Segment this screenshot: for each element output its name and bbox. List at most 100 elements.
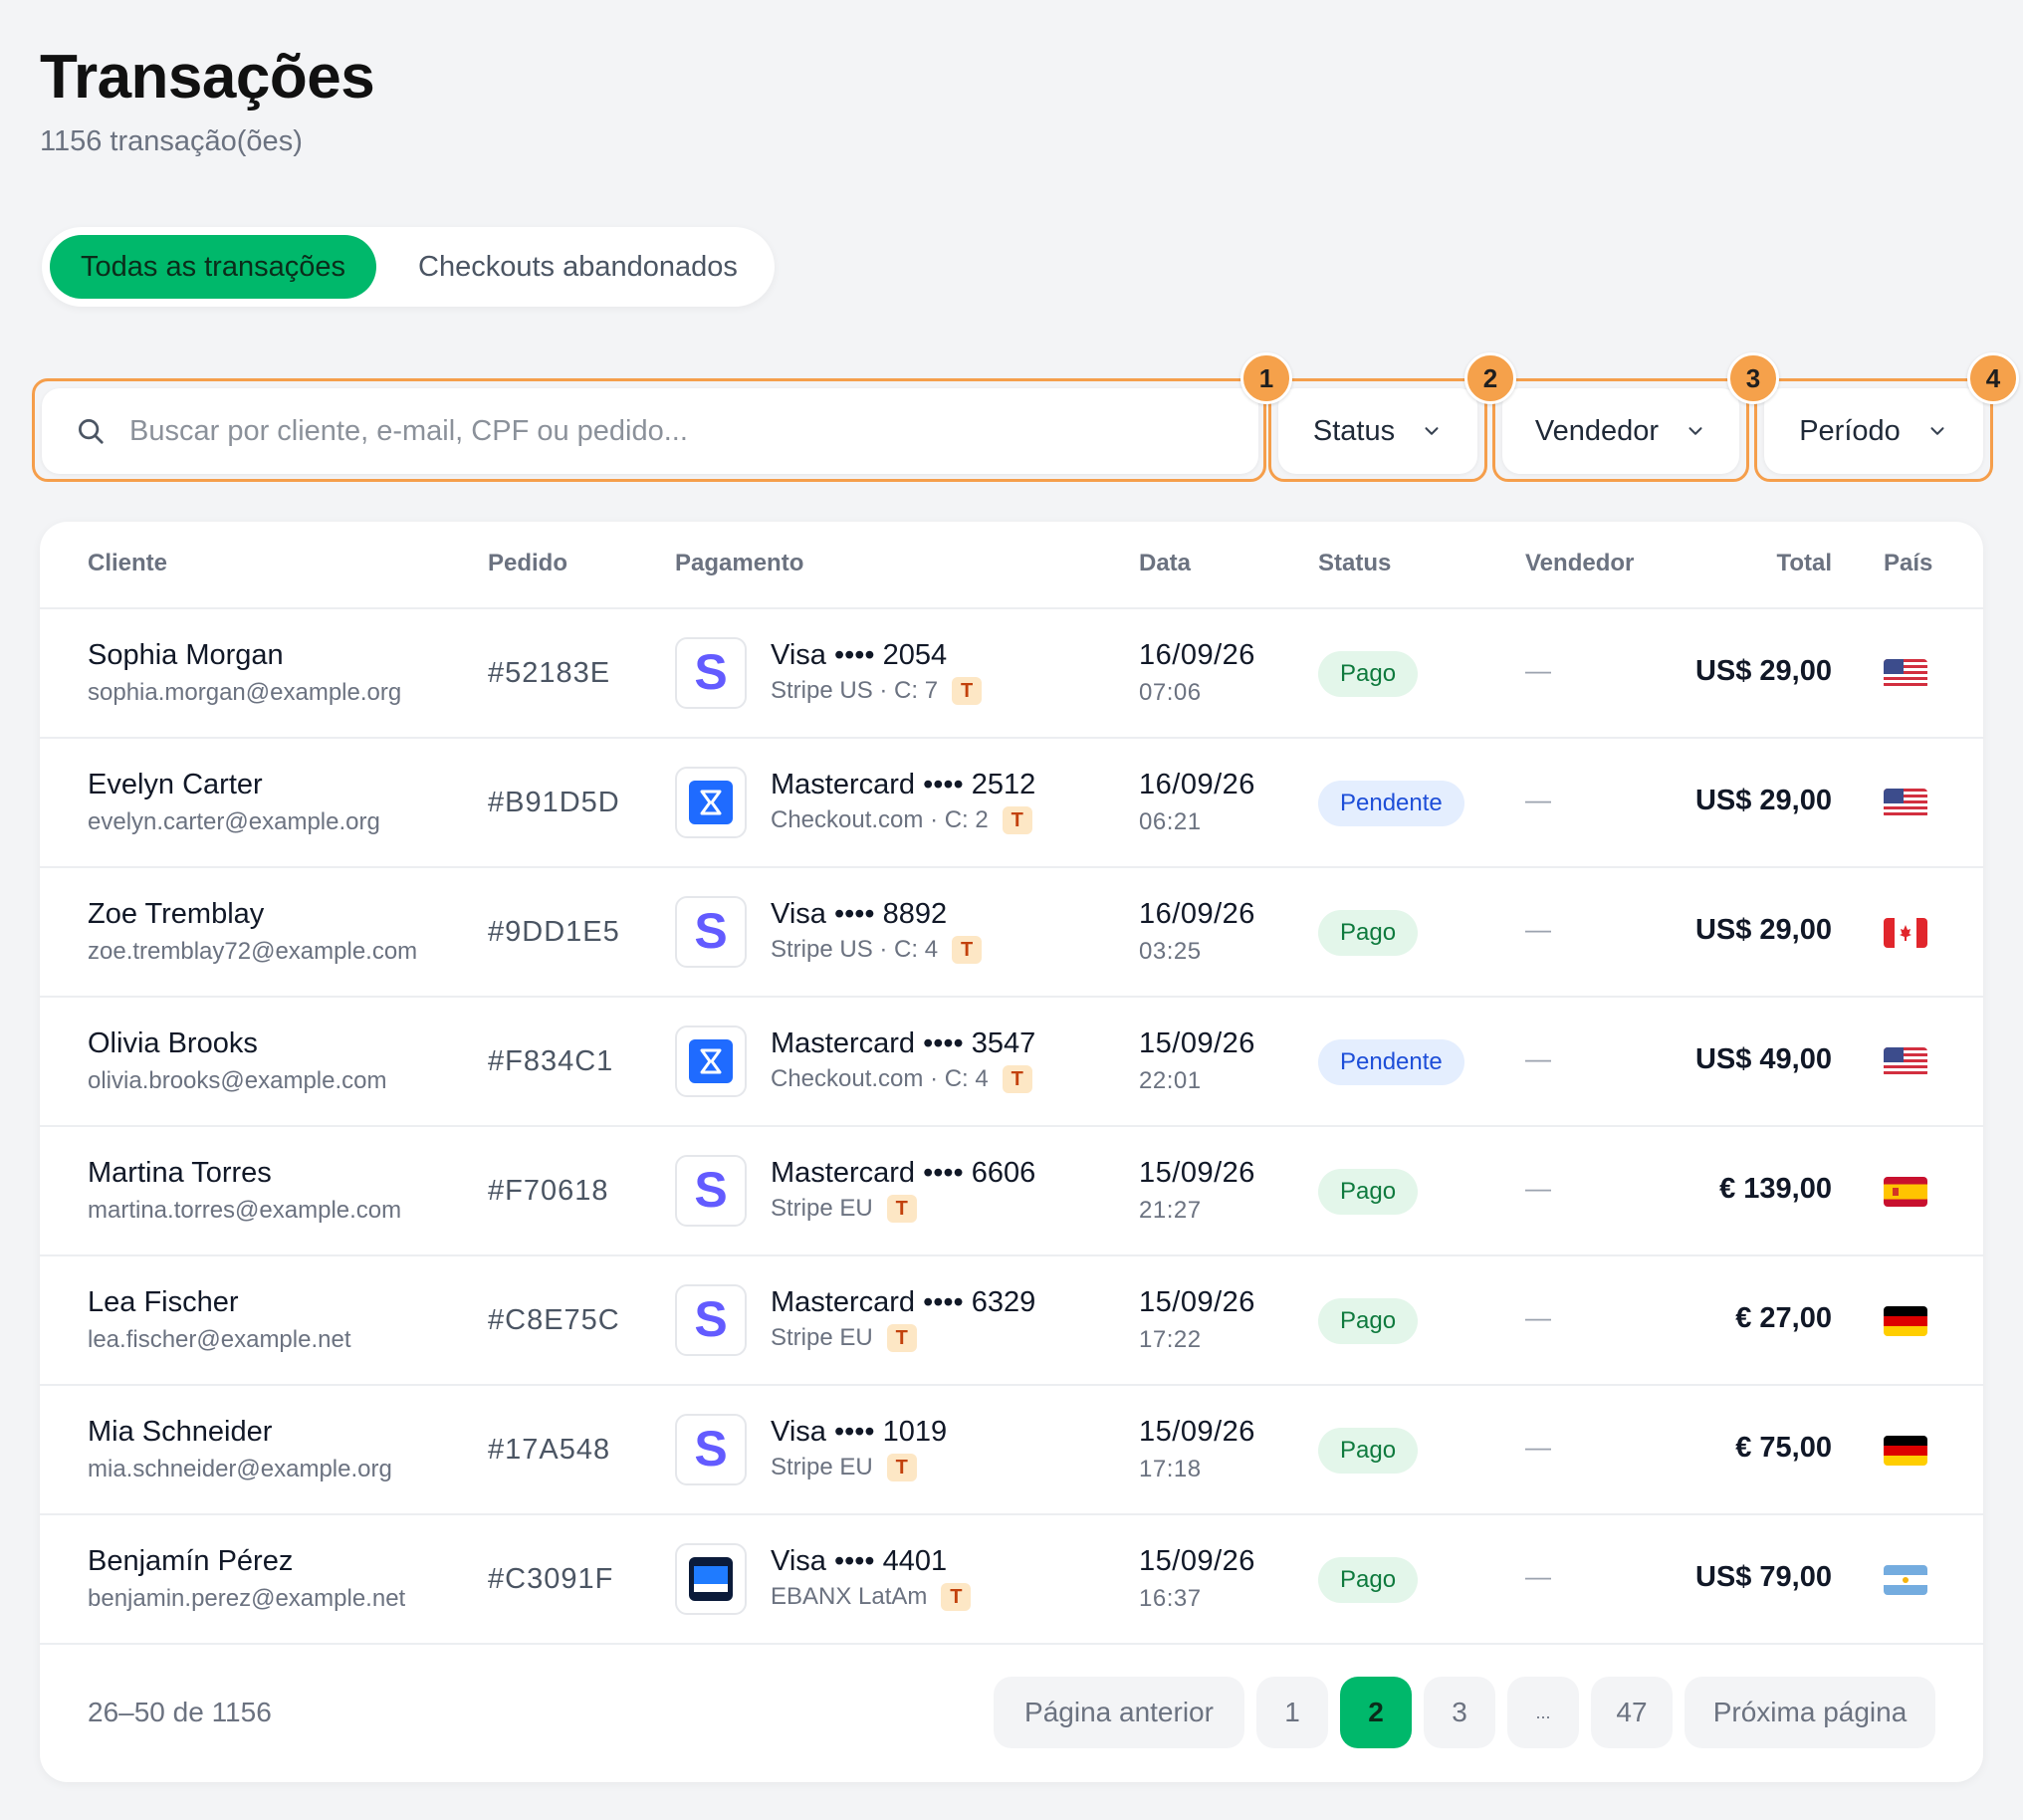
status-badge: Pendente: [1318, 781, 1464, 826]
page-2-button[interactable]: 2: [1340, 1677, 1412, 1748]
order-id[interactable]: #52183E: [488, 657, 610, 690]
page-1-button[interactable]: 1: [1256, 1677, 1328, 1748]
table-row[interactable]: Olivia Brooks olivia.brooks@example.com #F…: [40, 998, 1983, 1127]
gateway-name: Checkout.com · C: 2: [771, 806, 989, 833]
search-box[interactable]: [42, 388, 1258, 474]
test-badge: T: [952, 936, 983, 964]
ar-flag-icon: [1884, 1565, 1927, 1595]
table-row[interactable]: Lea Fischer lea.fischer@example.net #C8E75…: [40, 1256, 1983, 1386]
order-id[interactable]: #17A548: [488, 1434, 610, 1467]
table-row[interactable]: Mia Schneider mia.schneider@example.org #1…: [40, 1386, 1983, 1515]
table-row[interactable]: Evelyn Carter evelyn.carter@example.org #B…: [40, 739, 1983, 868]
transaction-date: 15/09/26: [1139, 1286, 1255, 1318]
marker-1: 1: [1240, 352, 1292, 404]
gateway-name: EBANX LatAm: [771, 1583, 928, 1610]
page-47-button[interactable]: 47: [1591, 1677, 1673, 1748]
seller-value: —: [1525, 655, 1551, 685]
period-filter-dropdown[interactable]: Período: [1764, 388, 1983, 474]
col-cliente[interactable]: Cliente: [88, 550, 167, 577]
gateway-info: Checkout.com · C: 2 T: [771, 806, 1032, 834]
status-filter-dropdown[interactable]: Status: [1278, 388, 1477, 474]
test-badge: T: [952, 677, 983, 705]
col-vendedor[interactable]: Vendedor: [1525, 550, 1634, 577]
customer-email: sophia.morgan@example.org: [88, 679, 402, 706]
customer-email: lea.fischer@example.net: [88, 1326, 351, 1353]
es-flag-icon: [1884, 1177, 1927, 1207]
next-page-button[interactable]: Próxima página: [1685, 1677, 1935, 1748]
search-icon: [76, 416, 106, 446]
customer-email: evelyn.carter@example.org: [88, 808, 380, 835]
order-id[interactable]: #C3091F: [488, 1563, 613, 1596]
customer-name: Evelyn Carter: [88, 769, 263, 800]
gateway-info: Stripe EU T: [771, 1195, 917, 1223]
card-info: Visa •••• 1019: [771, 1416, 948, 1448]
us-flag-icon: [1884, 789, 1927, 818]
col-data[interactable]: Data: [1139, 550, 1191, 577]
table-row[interactable]: Sophia Morgan sophia.morgan@example.org #5…: [40, 609, 1983, 739]
test-badge: T: [1002, 806, 1032, 834]
tab-all-transactions[interactable]: Todas as transações: [50, 235, 376, 299]
status-badge: Pago: [1318, 910, 1419, 956]
status-badge: Pago: [1318, 1298, 1419, 1344]
card-info: Mastercard •••• 2512: [771, 769, 1036, 800]
gateway-info: Stripe US · C: 4 T: [771, 936, 983, 964]
order-id[interactable]: #F70618: [488, 1175, 609, 1208]
transaction-total: € 75,00: [1735, 1432, 1832, 1464]
page-3-button[interactable]: 3: [1424, 1677, 1495, 1748]
col-pais[interactable]: País: [1884, 550, 1932, 577]
transaction-time: 21:27: [1139, 1197, 1202, 1224]
svg-text:S: S: [694, 1426, 727, 1474]
tab-abandoned-checkouts[interactable]: Checkouts abandonados: [390, 235, 766, 299]
marker-3: 3: [1727, 352, 1779, 404]
customer-name: Lea Fischer: [88, 1286, 239, 1318]
marker-4: 4: [1967, 352, 2019, 404]
customer-email: mia.schneider@example.org: [88, 1456, 392, 1482]
transaction-total: € 139,00: [1719, 1173, 1832, 1205]
transaction-time: 17:18: [1139, 1456, 1202, 1482]
page-ellipsis: ...: [1507, 1677, 1579, 1748]
stripe-icon: S: [675, 1414, 747, 1485]
seller-value: —: [1525, 1432, 1551, 1462]
search-input[interactable]: [129, 414, 1225, 448]
gateway-info: Stripe US · C: 7 T: [771, 677, 983, 705]
transaction-time: 16:37: [1139, 1585, 1202, 1612]
col-total[interactable]: Total: [1776, 550, 1832, 577]
seller-value: —: [1525, 1302, 1551, 1332]
order-id[interactable]: #F834C1: [488, 1045, 613, 1078]
customer-name: Mia Schneider: [88, 1416, 273, 1448]
transaction-time: 03:25: [1139, 938, 1202, 965]
table-row[interactable]: Zoe Tremblay zoe.tremblay72@example.com #9…: [40, 868, 1983, 998]
col-status[interactable]: Status: [1318, 550, 1391, 577]
test-badge: T: [941, 1583, 972, 1611]
col-pedido[interactable]: Pedido: [488, 550, 567, 577]
customer-email: zoe.tremblay72@example.com: [88, 938, 418, 965]
gateway-name: Stripe US · C: 4: [771, 936, 939, 963]
checkout-com-icon: [675, 1025, 747, 1097]
page-title: Transações: [40, 43, 375, 112]
gateway-info: Stripe EU T: [771, 1324, 917, 1352]
card-info: Mastercard •••• 3547: [771, 1027, 1036, 1059]
gateway-name: Stripe EU: [771, 1324, 873, 1351]
gateway-name: Stripe US · C: 7: [771, 677, 939, 704]
order-id[interactable]: #B91D5D: [488, 787, 620, 819]
svg-text:S: S: [694, 1296, 727, 1344]
order-id[interactable]: #C8E75C: [488, 1304, 620, 1337]
card-info: Visa •••• 8892: [771, 898, 948, 930]
order-id[interactable]: #9DD1E5: [488, 916, 620, 949]
transaction-total: US$ 29,00: [1694, 914, 1832, 946]
gateway-info: Checkout.com · C: 4 T: [771, 1065, 1032, 1093]
card-info: Visa •••• 4401: [771, 1545, 948, 1577]
status-filter-label: Status: [1312, 414, 1396, 447]
prev-page-button[interactable]: Página anterior: [994, 1677, 1244, 1748]
stripe-icon: S: [675, 896, 747, 968]
table-row[interactable]: Benjamín Pérez benjamin.perez@example.net…: [40, 1515, 1983, 1645]
chevron-down-icon: [1926, 420, 1948, 442]
test-badge: T: [886, 1454, 917, 1481]
transaction-date: 15/09/26: [1139, 1545, 1255, 1577]
table-header: Cliente Pedido Pagamento Data Status Ven…: [40, 522, 1983, 609]
col-pagamento[interactable]: Pagamento: [675, 550, 803, 577]
seller-filter-dropdown[interactable]: Vendedor: [1502, 388, 1739, 474]
table-row[interactable]: Martina Torres martina.torres@example.com…: [40, 1127, 1983, 1256]
gateway-name: Stripe EU: [771, 1195, 873, 1222]
transactions-table: Cliente Pedido Pagamento Data Status Ven…: [40, 522, 1983, 1782]
